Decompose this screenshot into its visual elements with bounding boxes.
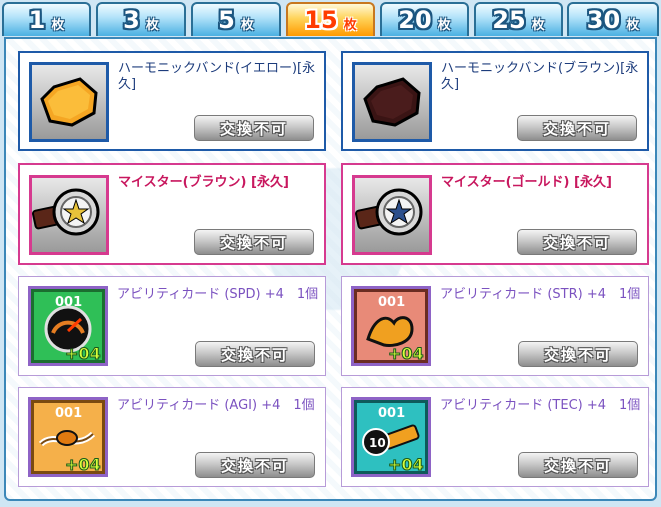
- card-badge: 10: [369, 436, 386, 450]
- exchange-unavailable-button[interactable]: 交換不可: [195, 341, 315, 367]
- tab-number: 20: [398, 6, 432, 34]
- reward-item-card: 10 001 +04 アビリティカード (TEC) +4 1個 交換不可: [341, 387, 649, 487]
- tab-unit: 枚: [240, 17, 254, 33]
- technique-card-icon: 10 001 +04: [351, 397, 431, 477]
- card-plus: +04: [388, 344, 424, 363]
- ticket-count-tabs: 1枚 3枚 5枚 15 枚 20 枚 25 枚 30 枚: [0, 0, 661, 38]
- reward-item-card: 001 +04 アビリティカード (AGI) +4 1個 交換不可: [18, 387, 326, 487]
- exchange-unavailable-button[interactable]: 交換不可: [194, 115, 314, 141]
- card-plus: +04: [388, 455, 424, 474]
- tab-3[interactable]: 3枚: [96, 2, 186, 36]
- tab-number: 30: [586, 6, 621, 34]
- item-name: マイスター(ゴールド) [永久]: [441, 175, 612, 190]
- brown-band-icon: [352, 62, 432, 142]
- tab-number: 1: [28, 6, 46, 34]
- card-plus: +04: [65, 344, 101, 363]
- tab-30[interactable]: 30 枚: [567, 2, 659, 36]
- tab-number: 15: [304, 6, 338, 34]
- yellow-band-icon: [29, 62, 109, 142]
- agility-card-icon: 001 +04: [28, 397, 108, 477]
- tab-unit: 枚: [51, 17, 65, 33]
- speedometer-card-icon: 001 +04: [28, 286, 108, 366]
- item-name: マイスター(ブラウン) [永久]: [118, 175, 289, 190]
- card-number: 001: [378, 406, 405, 421]
- tab-25[interactable]: 25 枚: [474, 2, 563, 36]
- exchange-unavailable-button[interactable]: 交換不可: [194, 229, 314, 255]
- reward-item-card: 001 +04 アビリティカード (STR) +4 1個 交換不可: [341, 276, 649, 376]
- watch-blue-star-icon: [352, 175, 432, 255]
- item-name: アビリティカード (TEC) +4 1個: [440, 398, 641, 413]
- item-name: アビリティカード (STR) +4 1個: [440, 287, 641, 302]
- tab-5[interactable]: 5枚: [191, 2, 281, 36]
- tab-15[interactable]: 15 枚: [286, 2, 375, 36]
- item-name: アビリティカード (SPD) +4 1個: [117, 287, 319, 302]
- tab-unit: 枚: [437, 17, 451, 33]
- card-number: 001: [378, 295, 405, 310]
- reward-item-card: マイスター(ゴールド) [永久] 交換不可: [341, 163, 649, 265]
- card-number: 001: [55, 406, 82, 421]
- muscle-card-icon: 001 +04: [351, 286, 431, 366]
- tab-number: 3: [123, 6, 140, 34]
- tab-number: 5: [218, 6, 235, 34]
- tab-unit: 枚: [531, 17, 545, 33]
- exchange-unavailable-button[interactable]: 交換不可: [518, 452, 638, 478]
- tab-unit: 枚: [626, 17, 640, 33]
- tab-20[interactable]: 20 枚: [380, 2, 469, 36]
- item-name: アビリティカード (AGI) +4 1個: [117, 398, 315, 413]
- reward-list-panel: ハーモニックバンド(イエロー)[永久] 交換不可 ハーモニックバンド(ブラウン)…: [4, 37, 657, 501]
- reward-item-card: マイスター(ブラウン) [永久] 交換不可: [18, 163, 326, 265]
- reward-item-card: ハーモニックバンド(イエロー)[永久] 交換不可: [18, 51, 326, 151]
- card-number: 001: [55, 295, 82, 310]
- exchange-unavailable-button[interactable]: 交換不可: [518, 341, 638, 367]
- card-plus: +04: [65, 455, 101, 474]
- exchange-unavailable-button[interactable]: 交換不可: [517, 115, 637, 141]
- reward-item-card: 001 +04 アビリティカード (SPD) +4 1個 交換不可: [18, 276, 326, 376]
- item-name: ハーモニックバンド(イエロー)[永久]: [118, 61, 316, 92]
- exchange-unavailable-button[interactable]: 交換不可: [195, 452, 315, 478]
- reward-item-card: ハーモニックバンド(ブラウン)[永久] 交換不可: [341, 51, 649, 151]
- tab-unit: 枚: [343, 17, 357, 33]
- item-name: ハーモニックバンド(ブラウン)[永久]: [441, 61, 639, 92]
- tab-number: 25: [492, 6, 526, 34]
- watch-gold-star-icon: [29, 175, 109, 255]
- exchange-unavailable-button[interactable]: 交換不可: [517, 229, 637, 255]
- tab-1[interactable]: 1枚: [2, 2, 91, 36]
- tab-unit: 枚: [145, 17, 159, 33]
